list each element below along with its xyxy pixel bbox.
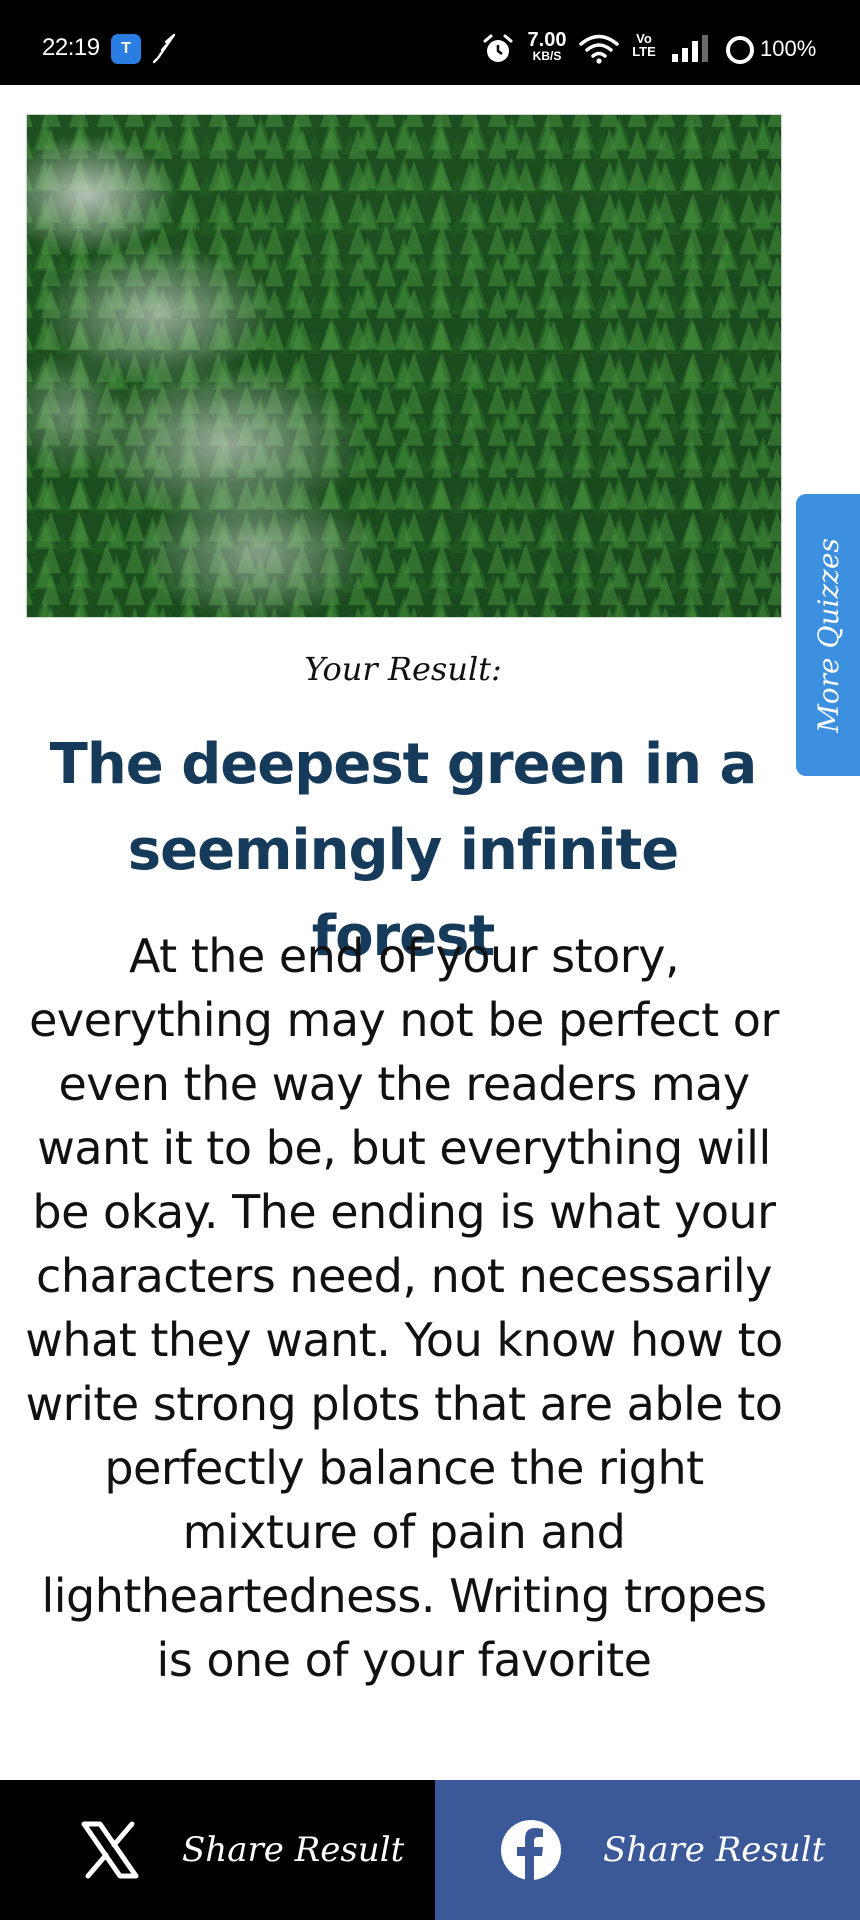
status-bar: 22:19 T 7.00 KB/S Vo LTE 100% (0, 0, 860, 85)
result-image (26, 114, 782, 618)
share-x-button[interactable]: Share Result (0, 1780, 435, 1920)
more-quizzes-tab[interactable]: More Quizzes (796, 494, 860, 776)
volte-bottom: LTE (632, 44, 656, 59)
result-label: Your Result: (304, 650, 502, 688)
result-description: At the end of your story, everything may… (25, 929, 783, 1687)
alarm-icon (483, 34, 513, 62)
network-speed: 7.00 KB/S (524, 30, 570, 62)
share-facebook-label: Share Result (603, 1830, 826, 1870)
app-notification-icon: T (111, 34, 141, 64)
share-bar: Share Result Share Result (0, 1780, 860, 1920)
status-time: 22:19 (42, 34, 100, 61)
network-speed-value: 7.00 (527, 29, 567, 51)
share-facebook-button[interactable]: Share Result (435, 1780, 860, 1920)
share-x-label: Share Result (182, 1830, 405, 1870)
feather-icon (152, 33, 176, 64)
battery-percent: 100% (760, 36, 817, 61)
battery-icon (726, 36, 754, 64)
forest-image (27, 115, 781, 617)
more-quizzes-label: More Quizzes (811, 537, 845, 733)
x-logo-icon (81, 1821, 139, 1879)
volte-indicator: Vo LTE (630, 32, 658, 58)
signal-icon (672, 35, 708, 62)
network-speed-unit: KB/S (532, 49, 562, 63)
wifi-icon (579, 34, 619, 64)
facebook-logo-icon (501, 1820, 561, 1880)
